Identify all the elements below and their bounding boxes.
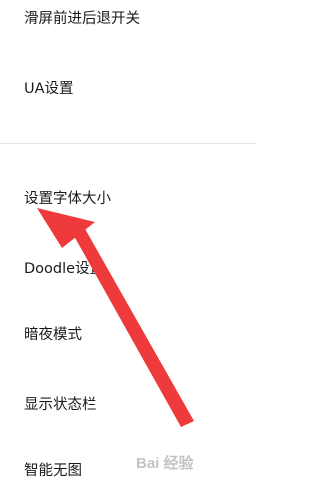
swipe-navigation-toggle-item[interactable]: 滑屏前进后退开关 bbox=[24, 9, 140, 29]
doodle-settings-item[interactable]: Doodle设置 bbox=[24, 259, 104, 279]
show-status-bar-item[interactable]: 显示状态栏 bbox=[24, 395, 97, 415]
settings-list: 滑屏前进后退开关 UA设置 设置字体大小 Doodle设置 暗夜模式 显示状态栏… bbox=[0, 0, 256, 499]
smart-no-image-item[interactable]: 智能无图 bbox=[24, 461, 82, 481]
font-size-settings-item[interactable]: 设置字体大小 bbox=[24, 189, 111, 209]
section-divider bbox=[0, 143, 256, 144]
night-mode-item[interactable]: 暗夜模式 bbox=[24, 325, 82, 345]
ua-settings-item[interactable]: UA设置 bbox=[24, 79, 74, 99]
